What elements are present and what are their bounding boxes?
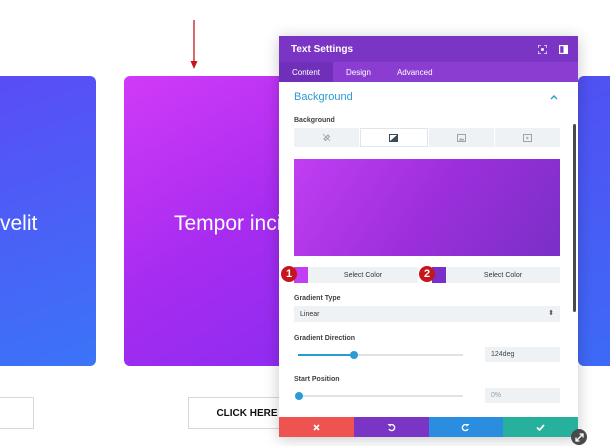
expand-icon[interactable] <box>538 44 547 54</box>
color-icon <box>322 133 331 142</box>
panel-header[interactable]: Text Settings <box>279 36 578 62</box>
card-left-button[interactable] <box>0 397 34 429</box>
close-icon <box>313 423 320 431</box>
gradient-direction-label: Gradient Direction <box>294 335 356 342</box>
check-icon <box>536 423 545 431</box>
image-icon <box>456 133 466 142</box>
undo-icon <box>387 423 395 431</box>
discard-button[interactable] <box>279 417 354 437</box>
panel-body: Background Background Select Color 1 Sel… <box>279 82 578 417</box>
callout-badge-2: 2 <box>419 266 435 282</box>
color-stop-2[interactable]: Select Color <box>432 267 560 283</box>
color-stop-2-select[interactable]: Select Color <box>446 267 560 283</box>
video-icon <box>522 133 532 142</box>
card-left: velit <box>0 76 96 366</box>
background-type-tabs <box>294 128 560 147</box>
panel-title: Text Settings <box>291 43 354 55</box>
bg-type-image[interactable] <box>428 128 494 147</box>
gradient-type-label: Gradient Type <box>294 295 341 302</box>
chevron-up-icon[interactable] <box>550 94 558 100</box>
start-position-track[interactable] <box>298 395 463 397</box>
card-right <box>578 76 610 366</box>
panel-scrollbar[interactable] <box>573 124 576 312</box>
bg-type-gradient[interactable] <box>360 128 428 147</box>
card-left-text: velit <box>0 212 38 235</box>
sidebar-toggle-icon[interactable] <box>559 44 568 54</box>
bg-type-video[interactable] <box>494 128 560 147</box>
start-position-label: Start Position <box>294 376 340 383</box>
redo-icon <box>462 423 470 431</box>
gradient-icon <box>389 133 399 142</box>
color-stop-1-select[interactable]: Select Color <box>308 267 418 283</box>
resize-icon <box>574 432 584 442</box>
gradient-direction-input[interactable]: 124deg <box>485 347 560 362</box>
bg-type-color[interactable] <box>294 128 360 147</box>
undo-button[interactable] <box>353 417 429 437</box>
text-settings-panel: Text Settings Content Design Advanced Ba… <box>279 36 578 437</box>
start-position-handle[interactable] <box>295 392 303 400</box>
background-label: Background <box>294 117 335 124</box>
gradient-direction-fill <box>298 354 355 356</box>
redo-button[interactable] <box>428 417 504 437</box>
tab-advanced[interactable]: Advanced <box>384 62 446 82</box>
tab-design[interactable]: Design <box>333 62 384 82</box>
panel-footer <box>279 417 578 437</box>
tab-content[interactable]: Content <box>279 62 334 82</box>
gradient-type-select[interactable]: Linear ⬍ <box>294 306 560 322</box>
gradient-direction-handle[interactable] <box>350 351 359 359</box>
resize-handle[interactable] <box>571 429 587 445</box>
down-arrow-icon <box>190 20 198 69</box>
gradient-type-value: Linear <box>300 310 320 318</box>
start-position-input[interactable]: 0% <box>485 388 560 403</box>
color-stop-1[interactable]: Select Color <box>294 267 418 283</box>
gradient-preview <box>294 159 560 256</box>
panel-tabs: Content Design Advanced <box>279 62 578 82</box>
select-arrows-icon: ⬍ <box>548 310 554 317</box>
save-button[interactable] <box>503 417 578 437</box>
section-title-background[interactable]: Background <box>294 91 353 103</box>
callout-badge-1: 1 <box>281 266 297 282</box>
